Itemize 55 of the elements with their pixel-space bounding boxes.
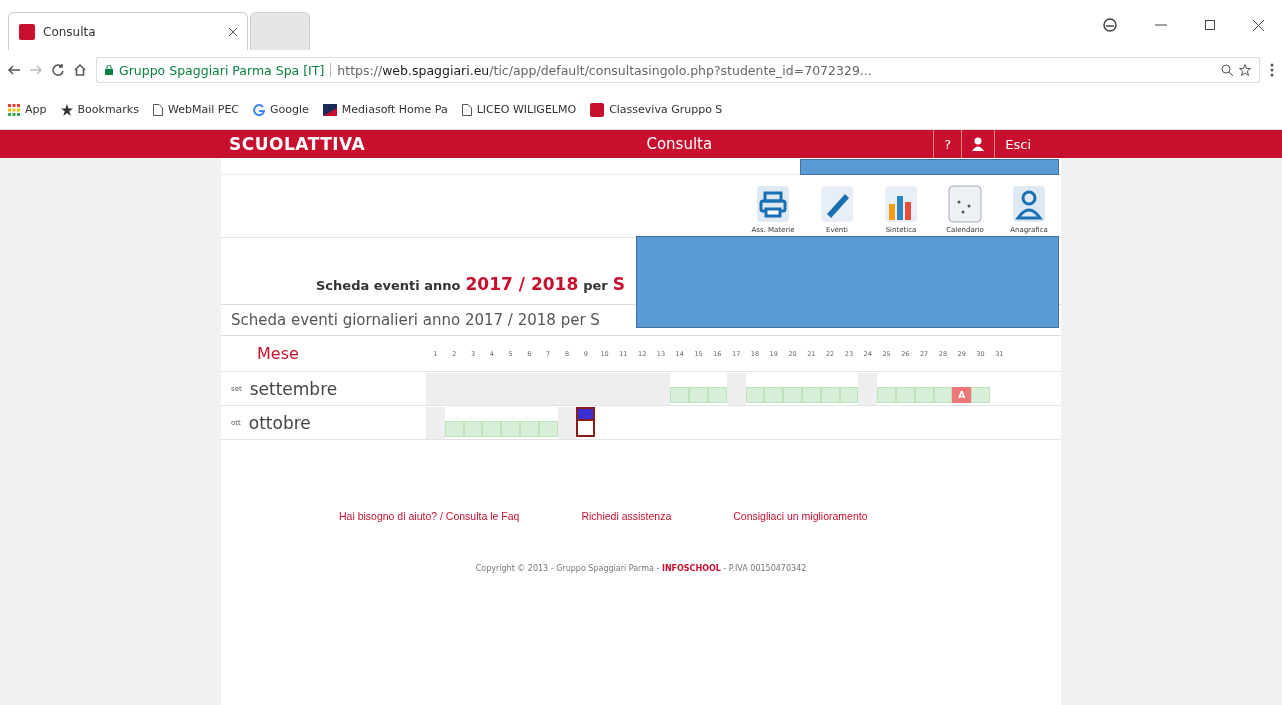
close-icon[interactable] (1253, 19, 1264, 31)
copyright-text: Copyright © 2013 - Gruppo Spaggiari Parma - INFOSCHOOL - P.IVA 00150470342 (474, 564, 808, 573)
cs-logo-icon (590, 102, 605, 117)
present-day-marker[interactable] (971, 387, 990, 403)
bookmark-item[interactable]: Google (253, 103, 309, 116)
non-school-day[interactable] (557, 406, 577, 439)
present-day-marker[interactable] (482, 421, 502, 437)
month-name: ottobre (248, 412, 311, 433)
app-logo: SCUOLATTIVA (229, 134, 366, 154)
footer-link[interactable]: Consigliaci un miglioramento (733, 510, 868, 522)
bookmark-item[interactable]: LICEO WILIGELMO (461, 103, 577, 116)
lock-icon (105, 65, 113, 75)
document-icon (322, 103, 337, 116)
bookmark-star-icon[interactable] (1239, 64, 1251, 76)
bookmark-item[interactable]: Classeviva Gruppo S (590, 102, 723, 117)
menu-icon[interactable] (1270, 63, 1274, 77)
page-title: Consulta (645, 135, 714, 153)
close-icon[interactable] (229, 27, 237, 36)
reload-icon[interactable] (52, 64, 64, 76)
month-name: settembre (249, 378, 338, 399)
profile-icon[interactable] (1103, 18, 1117, 32)
bookmark-item[interactable]: Bookmarks (60, 103, 139, 116)
cs-logo-icon (19, 23, 35, 40)
minimize-icon[interactable] (1155, 24, 1167, 26)
page-icon (461, 103, 472, 116)
present-day-marker[interactable] (783, 387, 802, 403)
present-day-marker[interactable] (764, 387, 784, 403)
footer-link[interactable]: Richiedi assistenza (581, 510, 672, 522)
page-icon (152, 103, 163, 116)
home-icon[interactable] (74, 64, 86, 76)
present-day-marker[interactable] (670, 387, 690, 403)
bookmark-item[interactable]: App (8, 103, 47, 116)
browser-tab[interactable] (250, 12, 310, 50)
bookmark-item[interactable]: WebMail PEC (152, 103, 240, 116)
present-day-marker[interactable] (877, 387, 896, 403)
heading-text: Scheda eventi anno (316, 278, 461, 293)
apps-icon (8, 103, 20, 116)
bookmark-item[interactable]: Mediasoft Home Pa (322, 103, 448, 116)
student-name: S (612, 274, 625, 294)
present-day-marker[interactable] (501, 421, 520, 437)
back-icon[interactable] (8, 65, 20, 75)
calendar-icon (945, 184, 985, 224)
star-icon (60, 103, 73, 116)
footer-link[interactable]: Hai bisogno di aiuto? / Consulta le Faq (339, 510, 520, 522)
maximize-icon[interactable] (1205, 20, 1215, 30)
heading-text: per (583, 278, 608, 293)
g-logo-icon (253, 103, 266, 116)
browser-tab[interactable]: Consulta (8, 12, 248, 50)
column-header: Mese (256, 344, 300, 363)
present-day-marker[interactable] (689, 387, 708, 403)
zoom-icon[interactable] (1221, 64, 1233, 76)
forward-icon[interactable] (30, 65, 42, 75)
address-bar[interactable]: Gruppo Spaggiari Parma Spa [IT] https://web.spaggiari.eu/tic/app/default/consultasingolo.php?studente_id=7072329... (96, 57, 1260, 83)
school-year: 2017 / 2018 (465, 274, 579, 294)
event-marker[interactable] (576, 407, 596, 437)
